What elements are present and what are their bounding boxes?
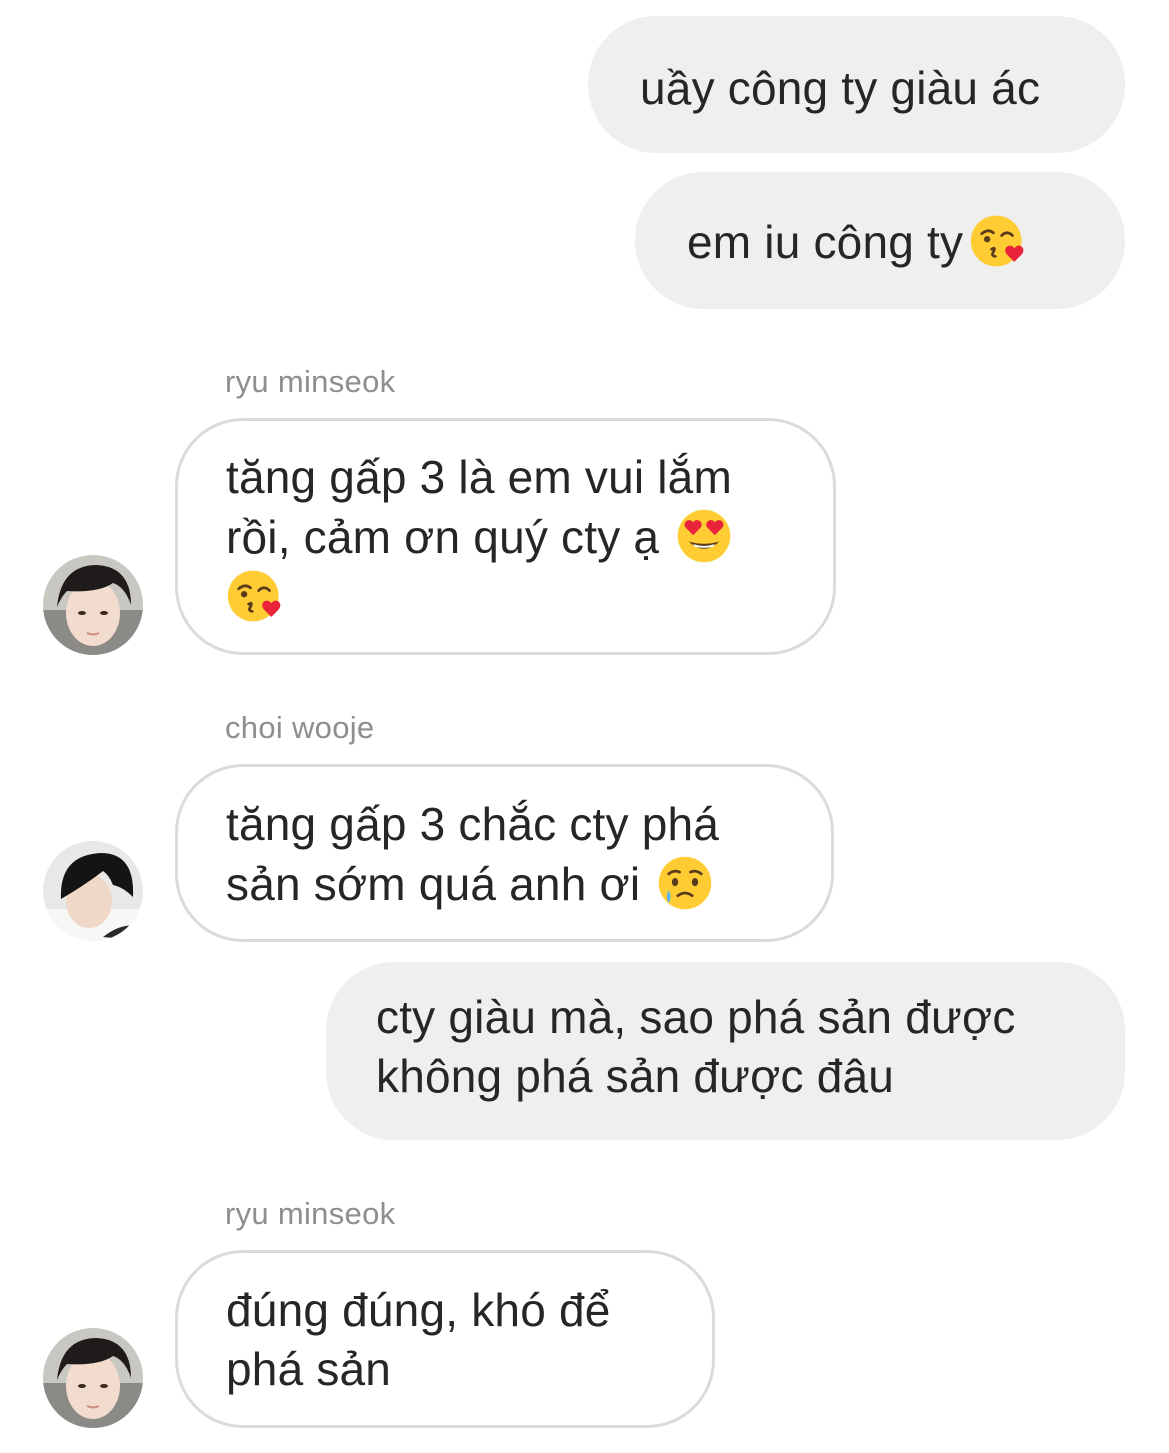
- message-text-line: rồi, cảm ơn quý cty ạ: [226, 511, 660, 563]
- message-emoji-line: [226, 567, 833, 626]
- user-avatar-icon[interactable]: [43, 1328, 143, 1428]
- user-avatar-icon[interactable]: [43, 555, 143, 655]
- outgoing-message-bubble[interactable]: cty giàu mà, sao phá sản được không phá …: [326, 962, 1125, 1140]
- message-text: sản sớm quá anh ơi: [226, 854, 831, 914]
- incoming-message-bubble[interactable]: tăng gấp 3 chắc cty phá sản sớm quá anh …: [175, 764, 834, 942]
- message-text: uầy công ty giàu ác: [640, 62, 1041, 114]
- face-blowing-kiss-icon: [227, 570, 281, 622]
- message-text-line: sản sớm quá anh ơi: [226, 858, 641, 910]
- face-holding-back-tears-icon: [658, 856, 712, 910]
- incoming-message-bubble[interactable]: đúng đúng, khó để phá sản: [175, 1250, 715, 1428]
- message-text-line: đúng đúng, khó để: [226, 1284, 611, 1336]
- user-avatar-icon[interactable]: [43, 841, 143, 941]
- face-blowing-kiss-icon: [971, 215, 1024, 267]
- message-text-line: phá sản: [226, 1343, 392, 1395]
- message-text: em iu công ty: [687, 212, 1125, 272]
- outgoing-message-bubble[interactable]: uầy công ty giàu ác: [588, 16, 1125, 153]
- message-text: rồi, cảm ơn quý cty ạ: [226, 507, 833, 567]
- message-text-line: em iu công ty: [687, 216, 964, 268]
- message-text-line: cty giàu mà, sao phá sản được: [376, 991, 1016, 1043]
- sender-name: ryu minseok: [225, 1196, 396, 1231]
- incoming-message-bubble[interactable]: tăng gấp 3 là em vui lắm rồi, cảm ơn quý…: [175, 418, 836, 655]
- message-text-line: tăng gấp 3 chắc cty phá: [226, 798, 720, 850]
- sender-name: ryu minseok: [225, 364, 396, 399]
- smiling-face-with-heart-eyes-icon: [677, 509, 731, 563]
- sender-name: choi wooje: [225, 710, 375, 745]
- message-text-line: không phá sản được đâu: [376, 1050, 895, 1102]
- outgoing-message-bubble[interactable]: em iu công ty: [635, 172, 1125, 309]
- message-text-line: tăng gấp 3 là em vui lắm: [226, 451, 732, 503]
